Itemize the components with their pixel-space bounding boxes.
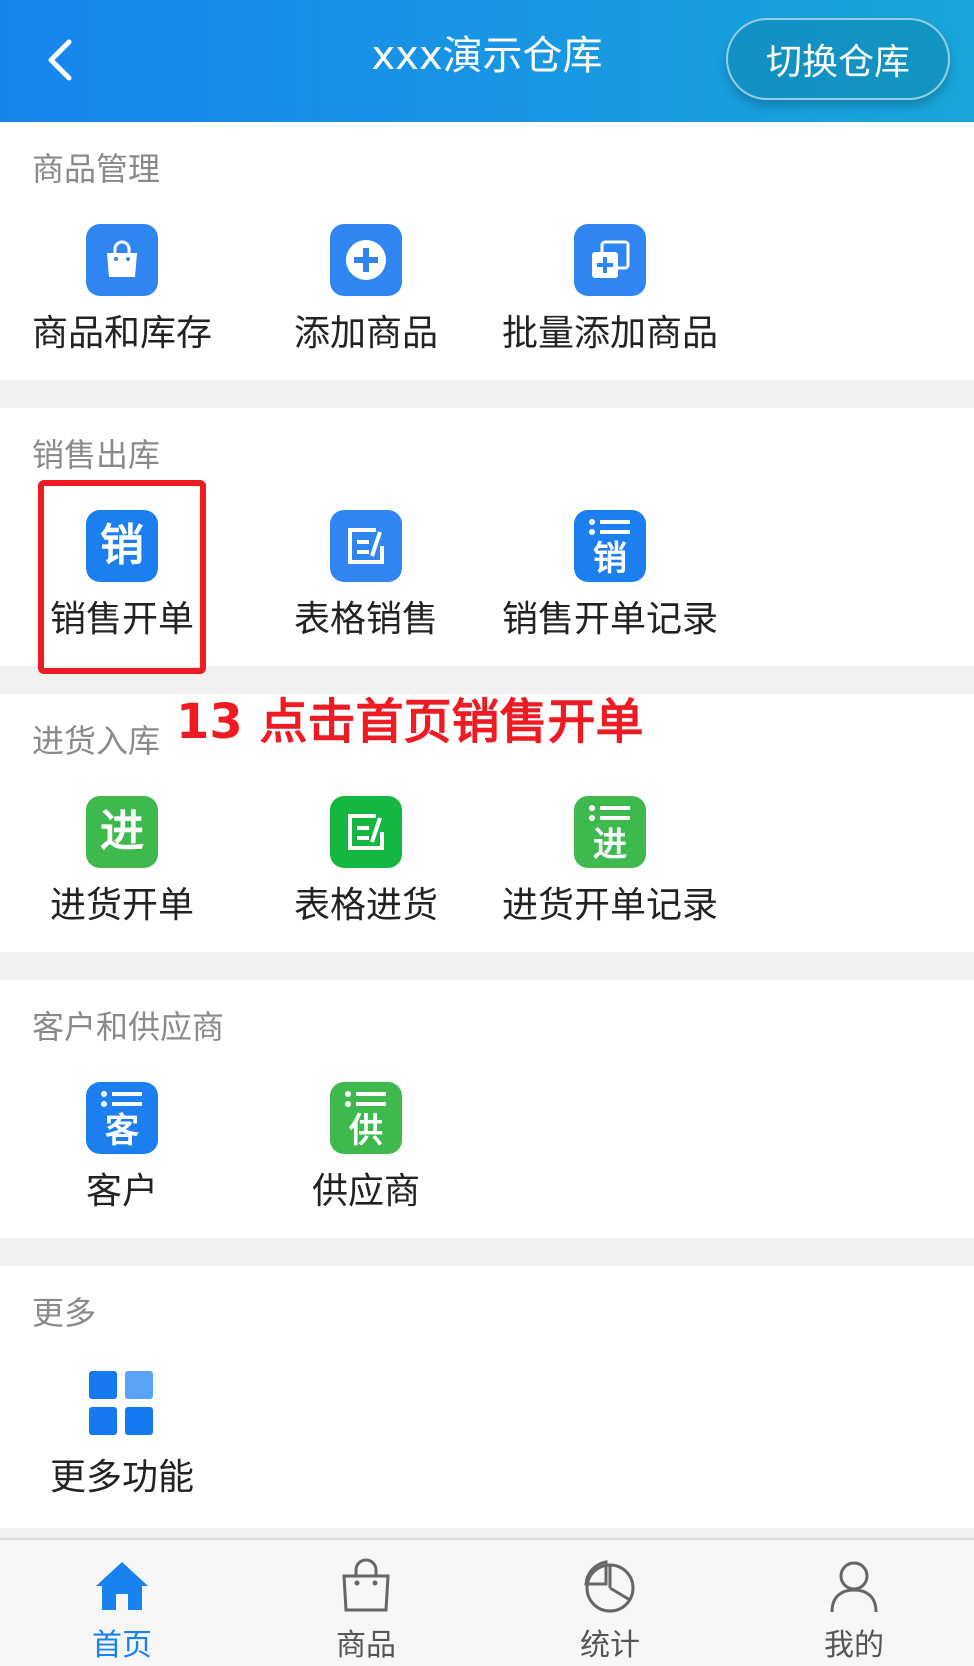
item-label: 销售开单记录: [501, 599, 718, 640]
tab-label: 我的: [824, 1628, 884, 1663]
item-label: 进货开单记录: [501, 885, 718, 926]
section-title: 更多: [32, 1294, 97, 1332]
section-title: 商品管理: [32, 150, 161, 188]
annotation-text: 13 点击首页销售开单: [176, 694, 644, 750]
tab-stats[interactable]: 统计: [488, 1540, 732, 1666]
batch-add-goods-item[interactable]: 批量添加商品: [488, 194, 732, 364]
section-sales: 销售出库 销 销售开单 表格销售 销 销售开单记录: [0, 408, 974, 666]
purchase-char-icon: 进: [86, 796, 158, 868]
supplier-item[interactable]: 供 供应商: [244, 1052, 488, 1222]
more-functions-item[interactable]: 更多功能: [0, 1338, 244, 1508]
switch-warehouse-button[interactable]: 切换仓库: [726, 18, 950, 100]
section-goods: 商品管理 商品和库存 添加商品 批量添加商品: [0, 122, 974, 380]
edit-icon: [330, 510, 402, 582]
back-button[interactable]: [30, 30, 90, 90]
section-title: 客户和供应商: [32, 1008, 225, 1046]
supplier-list-icon: 供: [330, 1082, 402, 1154]
section-partners: 客户和供应商 客 客户 供 供应商: [0, 980, 974, 1238]
section-title: 销售出库: [32, 436, 161, 474]
header-bar: xxx演示仓库 切换仓库: [0, 0, 974, 122]
section-more: 更多 更多功能: [0, 1266, 974, 1528]
shopping-bag-icon: [86, 224, 158, 296]
tab-mine[interactable]: 我的: [732, 1540, 974, 1666]
purchase-list-icon: 进: [574, 796, 646, 868]
user-icon: [830, 1561, 878, 1613]
purchase-order-records-item[interactable]: 进 进货开单记录: [488, 766, 732, 936]
tab-label: 商品: [336, 1628, 396, 1663]
copy-plus-icon: [574, 224, 646, 296]
section-title: 进货入库: [32, 722, 161, 760]
customer-list-icon: 客: [86, 1082, 158, 1154]
home-icon: [96, 1562, 148, 1610]
shopping-bag-icon: [342, 1558, 390, 1612]
tab-goods[interactable]: 商品: [244, 1540, 488, 1666]
item-label: 供应商: [311, 1171, 420, 1212]
tab-label: 统计: [580, 1628, 640, 1663]
sales-char-icon: 销: [86, 510, 158, 582]
chevron-left-icon: [48, 39, 72, 81]
tab-label: 首页: [92, 1628, 152, 1663]
pie-chart-icon: [584, 1560, 635, 1613]
item-label: 更多功能: [49, 1457, 194, 1498]
edit-icon: [330, 796, 402, 868]
item-label: 批量添加商品: [501, 313, 718, 354]
grid-icon: [86, 1368, 158, 1440]
sales-order-records-item[interactable]: 销 销售开单记录: [488, 480, 732, 650]
tab-bar: 首页 商品 统计 我的: [0, 1538, 974, 1666]
tab-home[interactable]: 首页: [0, 1540, 244, 1666]
sales-list-icon: 销: [574, 510, 646, 582]
plus-circle-icon: [330, 224, 402, 296]
